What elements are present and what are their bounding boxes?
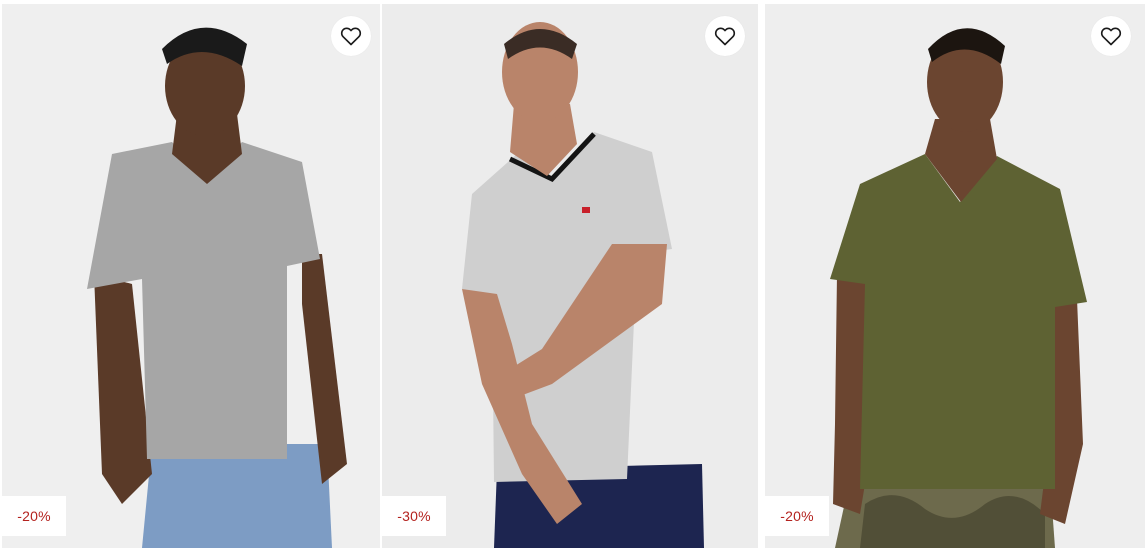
favorite-button[interactable] <box>705 16 745 56</box>
product-image[interactable] <box>2 4 380 548</box>
product-image[interactable] <box>765 4 1145 548</box>
heart-outline-icon <box>340 27 362 46</box>
product-grid: -20% -30% -20% <box>0 0 1146 550</box>
favorite-button[interactable] <box>331 16 371 56</box>
discount-badge: -20% <box>2 496 66 536</box>
discount-badge: -30% <box>382 496 446 536</box>
discount-badge: -20% <box>765 496 829 536</box>
favorite-button[interactable] <box>1091 16 1131 56</box>
product-card[interactable]: -20% <box>765 4 1145 548</box>
product-card[interactable]: -20% <box>2 4 380 548</box>
heart-outline-icon <box>714 27 736 46</box>
product-card[interactable]: -30% <box>382 4 758 548</box>
product-image[interactable] <box>382 4 758 548</box>
heart-outline-icon <box>1100 27 1122 46</box>
